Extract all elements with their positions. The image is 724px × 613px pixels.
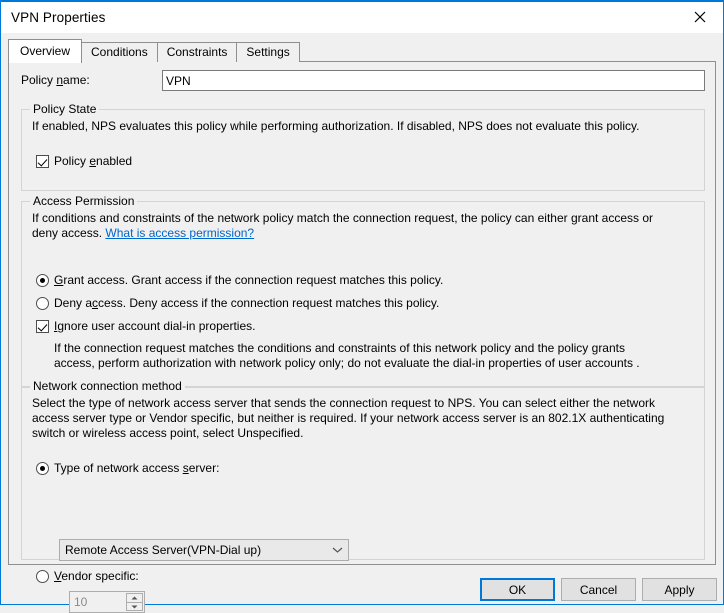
nas-type-radio[interactable]: Type of network access server: — [36, 461, 219, 475]
nas-type-dropdown-value: Remote Access Server(VPN-Dial up) — [65, 543, 262, 557]
ignore-dialin-checkbox-box[interactable] — [36, 320, 49, 333]
deny-access-label: Deny access. Deny access if the connecti… — [54, 296, 440, 310]
deny-access-radio-button[interactable] — [36, 297, 49, 310]
deny-access-radio[interactable]: Deny access. Deny access if the connecti… — [36, 296, 439, 310]
policy-state-legend: Policy State — [30, 102, 100, 116]
apply-button[interactable]: Apply — [642, 578, 717, 601]
policy-state-description: If enabled, NPS evaluates this policy wh… — [32, 119, 640, 133]
grant-access-label: Grant access. Grant access if the connec… — [54, 273, 444, 287]
ignore-dialin-description: If the connection request matches the co… — [54, 341, 640, 370]
cancel-button-label: Cancel — [579, 582, 618, 597]
chevron-down-icon — [326, 546, 348, 554]
spinner-up-icon[interactable] — [126, 593, 143, 602]
what-is-access-permission-link[interactable]: What is access permission? — [105, 226, 254, 240]
ok-button[interactable]: OK — [480, 578, 555, 601]
vendor-specific-radio[interactable]: Vendor specific: — [36, 569, 139, 583]
tab-overview[interactable]: Overview — [8, 39, 83, 63]
grant-access-radio[interactable]: Grant access. Grant access if the connec… — [36, 273, 443, 287]
tab-overview-label: Overview — [20, 44, 71, 58]
policy-enabled-label: Policy enabled — [54, 154, 133, 168]
tab-settings[interactable]: Settings — [236, 42, 300, 62]
nas-type-dropdown[interactable]: Remote Access Server(VPN-Dial up) — [59, 539, 349, 561]
policy-enabled-checkbox-box[interactable] — [36, 155, 49, 168]
policy-name-row: Policy name: — [21, 70, 705, 92]
close-icon — [694, 11, 706, 23]
vendor-specific-label: Vendor specific: — [54, 569, 139, 583]
tab-strip: Overview Conditions Constraints Settings — [8, 39, 300, 63]
policy-name-label: Policy name: — [21, 73, 90, 87]
grant-access-radio-button[interactable] — [36, 274, 49, 287]
vendor-specific-stepper-buttons — [126, 593, 143, 611]
vendor-specific-stepper[interactable]: 10 — [69, 591, 145, 613]
access-permission-legend: Access Permission — [30, 194, 138, 208]
spinner-down-icon[interactable] — [126, 602, 143, 611]
tab-conditions[interactable]: Conditions — [81, 42, 158, 62]
nas-type-radio-button[interactable] — [36, 462, 49, 475]
close-button[interactable] — [677, 1, 723, 32]
policy-enabled-checkbox[interactable]: Policy enabled — [36, 154, 132, 168]
vendor-specific-radio-button[interactable] — [36, 570, 49, 583]
network-connection-method-description: Select the type of network access server… — [32, 396, 665, 440]
tab-conditions-label: Conditions — [91, 45, 148, 59]
ignore-dialin-checkbox[interactable]: Ignore user account dial-in properties. — [36, 319, 255, 333]
ok-button-label: OK — [508, 582, 527, 597]
policy-state-group: Policy State If enabled, NPS evaluates t… — [21, 102, 705, 191]
tab-settings-label: Settings — [246, 45, 290, 59]
network-connection-method-group: Network connection method Select the typ… — [21, 379, 705, 613]
tab-constraints[interactable]: Constraints — [156, 42, 238, 62]
grant-access-accel: G — [54, 273, 64, 287]
cancel-button[interactable]: Cancel — [561, 578, 636, 601]
access-permission-description: If conditions and constraints of the net… — [32, 211, 654, 240]
network-connection-method-legend: Network connection method — [30, 379, 185, 393]
tab-constraints-label: Constraints — [166, 45, 228, 59]
ignore-dialin-label: Ignore user account dial-in properties. — [54, 319, 256, 333]
window-title: VPN Properties — [11, 10, 106, 25]
vpn-properties-dialog: VPN Properties Overview Conditions Const… — [0, 0, 724, 613]
access-permission-group: Access Permission If conditions and cons… — [21, 194, 705, 388]
policy-name-input[interactable] — [162, 70, 705, 91]
apply-button-label: Apply — [664, 582, 695, 597]
nas-type-label: Type of network access server: — [54, 461, 220, 475]
vendor-specific-value: 10 — [74, 595, 88, 609]
title-bar: VPN Properties — [1, 2, 723, 33]
tab-content-panel: Policy name: Policy State If enabled, NP… — [8, 61, 716, 613]
